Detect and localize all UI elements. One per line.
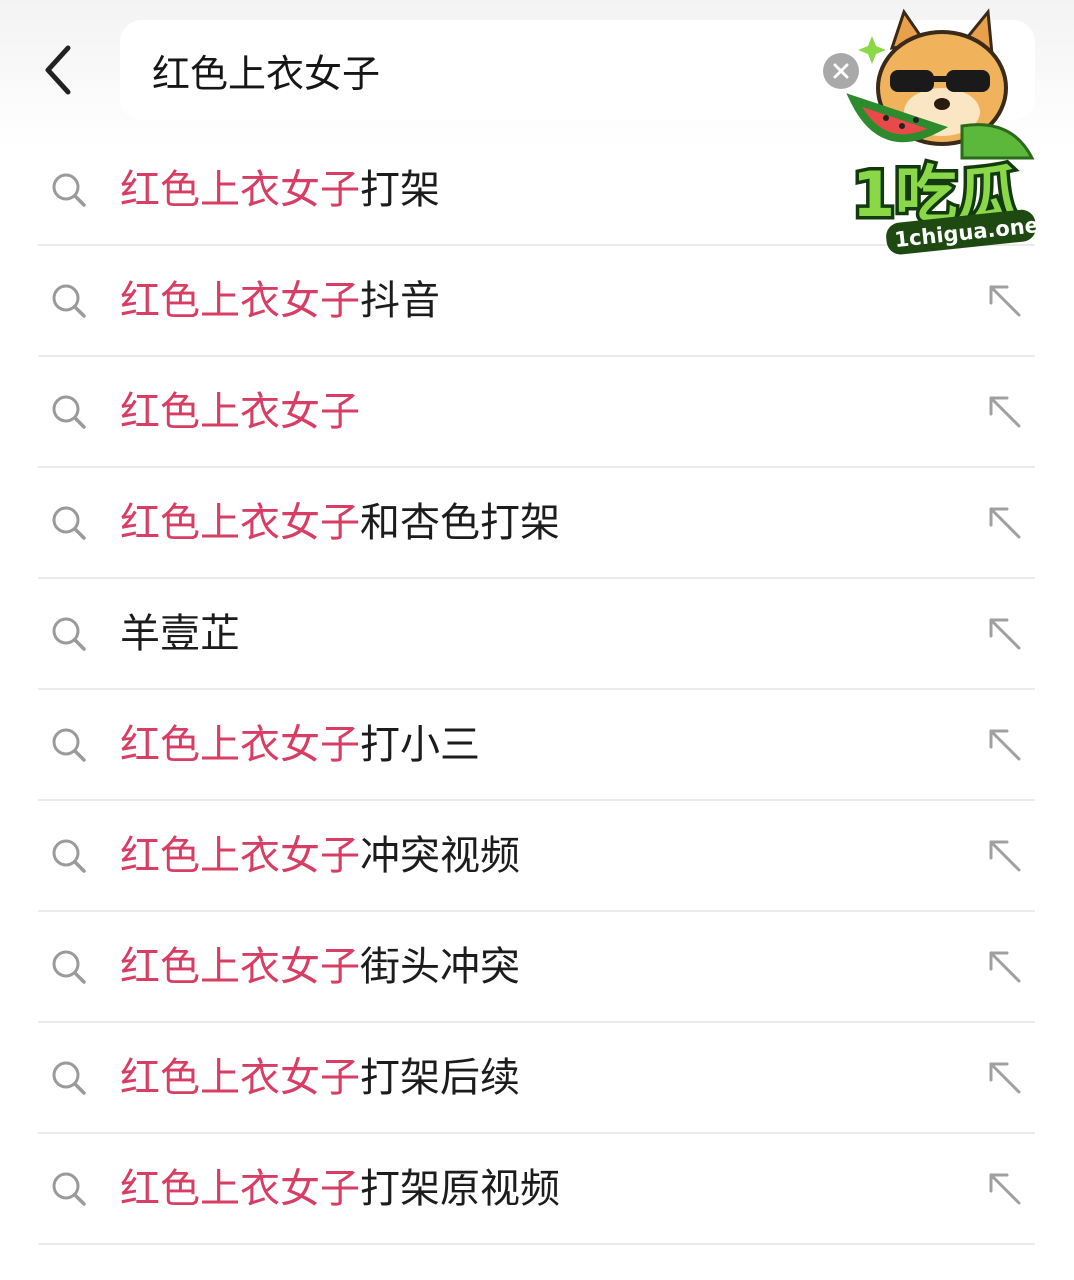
fill-query-arrow-icon[interactable] — [985, 947, 1025, 987]
fill-query-arrow-icon[interactable] — [985, 614, 1025, 654]
search-icon — [52, 173, 86, 207]
search-icon — [52, 728, 86, 762]
suggestion-match: 红色上衣女子 — [120, 278, 360, 324]
suggestion-list: 红色上衣女子打架 红色上衣女子抖音 红色上衣女子 红色上衣女子和杏色打架 羊壹芷… — [0, 135, 1074, 1245]
fill-query-arrow-icon[interactable] — [985, 1169, 1025, 1209]
suggestion-rest: 冲突视频 — [360, 833, 520, 879]
search-input[interactable] — [152, 20, 812, 120]
suggestion-match: 红色上衣女子 — [120, 389, 360, 435]
search-icon — [52, 617, 86, 651]
suggestion-text: 红色上衣女子街头冲突 — [120, 912, 520, 1023]
suggestion-text: 红色上衣女子抖音 — [120, 246, 440, 357]
suggestion-text: 红色上衣女子打架 — [120, 135, 440, 246]
suggestion-rest: 打小三 — [360, 722, 480, 768]
suggestion-item[interactable]: 红色上衣女子打架后续 — [0, 1023, 1074, 1134]
back-button[interactable] — [30, 38, 86, 102]
suggestion-rest: 抖音 — [360, 278, 440, 324]
fill-query-arrow-icon[interactable] — [985, 1058, 1025, 1098]
fill-query-arrow-icon[interactable] — [985, 392, 1025, 432]
suggestion-match: 红色上衣女子 — [120, 167, 360, 213]
fill-query-arrow-icon[interactable] — [985, 281, 1025, 321]
suggestion-match: 红色上衣女子 — [120, 722, 360, 768]
suggestion-item[interactable]: 红色上衣女子 — [0, 357, 1074, 468]
suggestion-match: 红色上衣女子 — [120, 1055, 360, 1101]
suggestion-text: 红色上衣女子 — [120, 357, 360, 468]
suggestion-item[interactable]: 红色上衣女子打小三 — [0, 690, 1074, 801]
suggestion-item[interactable]: 红色上衣女子打架原视频 — [0, 1134, 1074, 1245]
suggestion-match: 红色上衣女子 — [120, 833, 360, 879]
fill-query-arrow-icon[interactable] — [985, 725, 1025, 765]
suggestion-rest: 打架后续 — [360, 1055, 520, 1101]
fill-query-arrow-icon[interactable] — [985, 836, 1025, 876]
suggestion-item[interactable]: 红色上衣女子抖音 — [0, 246, 1074, 357]
suggestion-text: 红色上衣女子打架后续 — [120, 1023, 520, 1134]
suggestion-item[interactable]: 红色上衣女子和杏色打架 — [0, 468, 1074, 579]
search-icon — [52, 1172, 86, 1206]
suggestion-item[interactable]: 红色上衣女子冲突视频 — [0, 801, 1074, 912]
suggestion-text: 红色上衣女子和杏色打架 — [120, 468, 560, 579]
watermark-logo: 1吃瓜 1chigua.one — [846, 8, 1040, 255]
suggestion-text: 红色上衣女子冲突视频 — [120, 801, 520, 912]
search-icon — [52, 1061, 86, 1095]
suggestion-text: 红色上衣女子打架原视频 — [120, 1134, 560, 1245]
search-icon — [52, 839, 86, 873]
search-icon — [52, 284, 86, 318]
suggestion-item[interactable]: 羊壹芷 — [0, 579, 1074, 690]
suggestion-rest: 打架 — [360, 167, 440, 213]
suggestion-item[interactable]: 红色上衣女子街头冲突 — [0, 912, 1074, 1023]
mascot-icon — [846, 8, 1035, 160]
fill-query-arrow-icon[interactable] — [985, 503, 1025, 543]
suggestion-text: 羊壹芷 — [120, 579, 240, 690]
search-icon — [52, 506, 86, 540]
suggestion-rest: 羊壹芷 — [120, 611, 240, 657]
suggestion-match: 红色上衣女子 — [120, 500, 360, 546]
chevron-left-icon — [45, 45, 71, 95]
suggestion-match: 红色上衣女子 — [120, 1166, 360, 1212]
suggestion-match: 红色上衣女子 — [120, 944, 360, 990]
search-icon — [52, 950, 86, 984]
search-icon — [52, 395, 86, 429]
suggestion-rest: 街头冲突 — [360, 944, 520, 990]
suggestion-text: 红色上衣女子打小三 — [120, 690, 480, 801]
suggestion-rest: 打架原视频 — [360, 1166, 560, 1212]
suggestion-rest: 和杏色打架 — [360, 500, 560, 546]
